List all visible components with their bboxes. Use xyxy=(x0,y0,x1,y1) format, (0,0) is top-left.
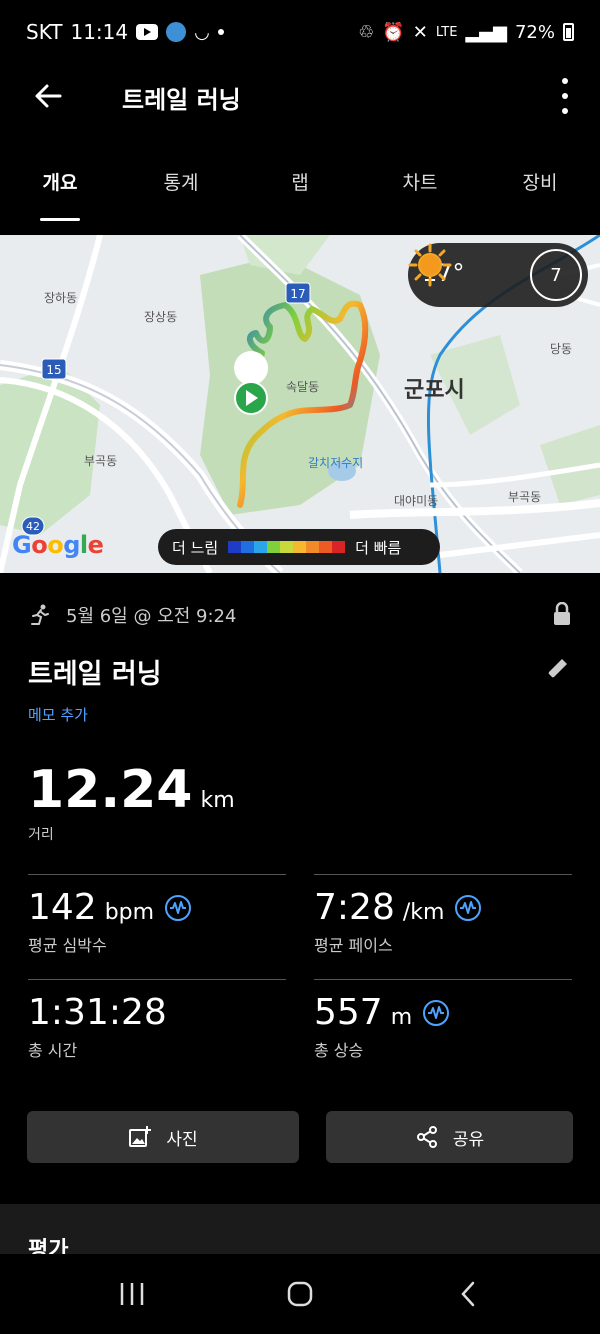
heart-rate-value: 142 xyxy=(28,887,97,928)
arrow-left-icon xyxy=(35,84,62,108)
map-label-bugokdong-left: 부곡동 xyxy=(84,454,117,468)
add-photo-button[interactable]: 사진 xyxy=(27,1111,299,1163)
back-button[interactable] xyxy=(30,78,66,114)
map-label-reservoir: 갈치저수지 xyxy=(308,456,363,470)
stat-duration: 1:31:28 총 시간 xyxy=(28,979,286,1061)
distance-display: 12.24 km xyxy=(28,760,235,820)
status-time: 11:14 xyxy=(70,20,129,44)
mute-icon: ✕ xyxy=(412,21,428,43)
tab-active-indicator xyxy=(40,218,80,221)
more-options-button[interactable] xyxy=(560,78,570,114)
app-notification-icon xyxy=(166,22,187,42)
bowl-icon: ◡ xyxy=(194,21,210,43)
stat-pace: 7:28 /km 평균 페이스 xyxy=(314,874,572,956)
distance-label: 거리 xyxy=(28,827,54,843)
tab-laps[interactable]: 랩 xyxy=(260,168,340,195)
add-photo-label: 사진 xyxy=(166,1129,198,1150)
status-bar: SKT 11:14 ◡ ♲ ⏰ ✕ LTE ▂▄▆ 72% xyxy=(0,0,600,64)
tab-charts[interactable]: 차트 xyxy=(380,168,460,195)
alarm-icon: ⏰ xyxy=(382,21,405,43)
map-label-jangsangdong: 장상동 xyxy=(144,310,177,324)
route-map[interactable]: 15 17 42 장하동 장상동 속달동 군포시 부곡동 부곡동 갈치저수지 대… xyxy=(0,235,600,573)
status-left: SKT 11:14 ◡ xyxy=(26,20,224,44)
youtube-icon xyxy=(136,24,159,40)
map-label-sokdaldong: 속달동 xyxy=(286,380,319,394)
pace-chart-icon[interactable] xyxy=(454,894,482,922)
edit-pencil-icon[interactable] xyxy=(542,654,572,684)
battery-icon xyxy=(563,23,574,41)
signal-icon: ▂▄▆ xyxy=(465,21,507,43)
ascent-value: 557 xyxy=(314,992,383,1033)
pace-value: 7:28 xyxy=(314,887,395,928)
ascent-unit: m xyxy=(390,1005,413,1030)
add-photo-icon xyxy=(129,1126,152,1147)
activity-datetime: 5월 6일 @ 오전 9:24 xyxy=(66,606,237,627)
legend-slow-label: 더 느림 xyxy=(172,538,219,557)
battery-percent: 72% xyxy=(514,21,555,43)
recent-apps-icon xyxy=(120,1283,144,1305)
heart-rate-unit: bpm xyxy=(104,900,155,925)
more-notifications-dot-icon xyxy=(217,29,224,35)
tab-bar: 개요 통계 랩 차트 장비 xyxy=(0,160,600,222)
app-bar: 트레일 러닝 xyxy=(0,64,600,130)
stat-ascent: 557 m 총 상승 xyxy=(314,979,572,1061)
distance-value: 12.24 xyxy=(28,760,193,820)
google-logo: Google xyxy=(12,531,104,559)
road-15-label: 15 xyxy=(46,363,61,377)
distance-unit: km xyxy=(200,788,235,813)
road-17-label: 17 xyxy=(290,287,305,301)
lock-icon[interactable] xyxy=(552,602,572,626)
add-memo-link[interactable]: 메모 추가 xyxy=(28,704,88,725)
home-button[interactable] xyxy=(280,1278,320,1310)
pace-unit: /km xyxy=(402,900,445,925)
share-button[interactable]: 공유 xyxy=(326,1111,573,1163)
tab-gear[interactable]: 장비 xyxy=(500,168,580,195)
ascent-chart-icon[interactable] xyxy=(422,999,450,1027)
system-navigation-bar xyxy=(0,1254,600,1334)
map-label-gunposi: 군포시 xyxy=(404,378,465,403)
stat-heart-rate: 142 bpm 평균 심박수 xyxy=(28,874,286,956)
network-type: LTE xyxy=(435,24,458,40)
running-person-icon xyxy=(31,604,49,625)
system-back-button[interactable] xyxy=(448,1278,488,1310)
activity-date-row: 5월 6일 @ 오전 9:24 xyxy=(28,598,572,632)
uv-index-value: 7 xyxy=(550,264,562,286)
recent-apps-button[interactable] xyxy=(112,1278,152,1310)
recycle-icon: ♲ xyxy=(358,21,375,43)
duration-label: 총 시간 xyxy=(28,1041,78,1060)
uv-index-badge: 7 xyxy=(530,249,582,301)
activity-title: 트레일 러닝 xyxy=(28,659,162,690)
map-label-janghadong: 장하동 xyxy=(44,291,77,305)
heart-rate-chart-icon[interactable] xyxy=(164,894,192,922)
section-divider xyxy=(0,1204,600,1254)
tab-overview[interactable]: 개요 xyxy=(20,168,100,195)
tab-stats[interactable]: 통계 xyxy=(141,168,221,195)
status-right: ♲ ⏰ ✕ LTE ▂▄▆ 72% xyxy=(358,22,574,43)
heart-rate-label: 평균 심박수 xyxy=(28,936,107,955)
share-icon xyxy=(416,1126,437,1148)
map-label-dangdong: 당동 xyxy=(550,342,572,356)
legend-fast-label: 더 빠름 xyxy=(355,538,402,557)
sun-icon xyxy=(408,243,452,287)
share-label: 공유 xyxy=(452,1129,485,1150)
carrier-label: SKT xyxy=(26,20,63,44)
map-label-bugokdong-right: 부곡동 xyxy=(508,490,541,504)
ascent-label: 총 상승 xyxy=(314,1041,364,1060)
legend-color-bar xyxy=(228,541,346,553)
pace-legend: 더 느림 더 빠름 xyxy=(158,529,440,565)
map-label-daeyamidong: 대야미동 xyxy=(394,494,438,508)
home-icon xyxy=(287,1281,313,1307)
duration-value: 1:31:28 xyxy=(28,992,167,1033)
page-title: 트레일 러닝 xyxy=(122,86,241,114)
pace-label: 평균 페이스 xyxy=(314,936,393,955)
chevron-left-icon xyxy=(461,1281,475,1307)
weather-badge[interactable]: 17° 7 xyxy=(408,243,588,307)
